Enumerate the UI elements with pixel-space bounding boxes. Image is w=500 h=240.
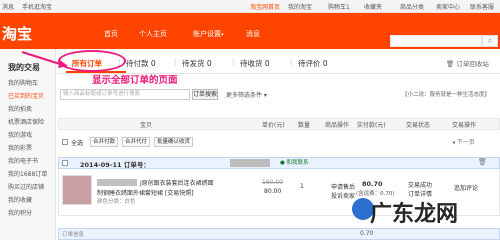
tab-pending-shipment[interactable]: 待发货 0 <box>182 58 212 69</box>
sidebar-item-bought[interactable]: 已买到的宝贝 <box>8 91 44 100</box>
product-sku: 颜色分类：白色 <box>97 199 136 205</box>
tab-divider: | <box>290 58 293 66</box>
tab-pending-review[interactable]: 待评价 0 <box>298 58 328 69</box>
paid-amount: 80.70 <box>362 180 383 188</box>
service-notice: 【小二说：服务就是一种生活态度】 <box>402 92 491 98</box>
watermark-text: 广东龙网 <box>370 201 459 227</box>
tab-pending-receipt[interactable]: 待收货 0 <box>240 58 270 69</box>
order-search-input[interactable]: 输入商品标题或订单号进行搜索 <box>60 89 190 100</box>
nav-home[interactable]: 首页 <box>104 29 118 39</box>
batch-confirm-receipt-button[interactable]: 批量确认收货 <box>154 137 194 147</box>
after-sale-links[interactable]: 申请售后 投诉卖家 <box>331 183 355 201</box>
pagination[interactable]: ◂ 下一页 <box>452 137 475 146</box>
sidebar-item-1688[interactable]: 我的1688订单 <box>8 169 47 178</box>
original-price: 160.00 <box>262 179 283 186</box>
topbar-favorites[interactable]: 收藏夹 <box>364 2 382 11</box>
sidebar-item-games[interactable]: 我的游戏 <box>8 130 32 139</box>
tab-pending-payment[interactable]: 待付款 0 <box>126 58 156 69</box>
merge-pay-button[interactable]: 合并付款 <box>90 137 119 147</box>
nav-messages[interactable]: 消息 <box>246 29 260 39</box>
product-title-blurred <box>97 179 137 186</box>
sidebar-item-lottery[interactable]: 我的彩票 <box>8 143 32 152</box>
topbar-messages[interactable]: 消息 <box>2 2 14 11</box>
nav-profile[interactable]: 个人主页 <box>139 29 167 39</box>
sidebar-item-shops[interactable]: 购买过的店铺 <box>8 182 44 191</box>
order-checkbox[interactable] <box>62 160 68 166</box>
column-header-paid: 实付款(元) <box>357 122 386 129</box>
order-recycle-bin-label: 订单回收站 <box>456 60 489 68</box>
top-utility-bar: 消息 手机逛淘宝 淘宝网首页 我的淘宝 购物车1 收藏夹 商品分类 卖家中心 联… <box>0 0 500 13</box>
tab-divider: | <box>232 58 235 66</box>
contact-seller-badge[interactable]: ● 和我联系 <box>280 158 309 166</box>
nav-account-settings-label: 账户设置 <box>193 30 221 38</box>
annotation-oval <box>58 50 126 72</box>
column-header-price: 单价(元) <box>262 122 285 129</box>
column-header-trade-action: 交易操作 <box>452 122 477 129</box>
next-order-header <box>58 228 500 240</box>
product-title-line2[interactable]: 制钢睡衣绣面外裙套短裙 [交易快照] <box>97 188 194 197</box>
order-search-button[interactable]: 订单搜索 <box>192 89 218 100</box>
tab-divider: | <box>174 58 177 66</box>
topbar-my-taobao[interactable]: 我的淘宝 <box>288 2 312 11</box>
add-review-link[interactable]: 追加评论 <box>454 183 478 192</box>
topbar-cart[interactable]: 购物车1 <box>328 2 350 11</box>
sidebar-item-travel[interactable]: 机票酒店保险 <box>8 117 44 126</box>
topbar-customer-service[interactable]: 联系客服 <box>470 2 494 11</box>
trash-icon: 🗑 <box>446 60 457 68</box>
more-filters-toggle[interactable]: 更多筛选条件 ▾ <box>226 90 267 99</box>
delete-order-icon[interactable]: 🗑 <box>478 158 487 166</box>
column-header-item-action: 商品操作 <box>325 122 350 129</box>
column-header-status: 交易状态 <box>406 122 431 129</box>
order-date: 2014-09-11 订单号： <box>80 161 150 169</box>
annotation-text: 显示全部订单的页面 <box>92 75 178 86</box>
topbar-categories[interactable]: 商品分类 <box>400 2 424 11</box>
sidebar-item-favorites[interactable]: 我的收藏 <box>8 195 32 204</box>
sidebar-item-points[interactable]: 我的积分 <box>8 208 32 217</box>
select-all-checkbox[interactable] <box>62 139 68 145</box>
column-header-item: 宝贝 <box>140 122 153 129</box>
next-order-price: 0.70 <box>360 230 374 237</box>
product-thumbnail[interactable] <box>62 175 92 205</box>
nav-account-settings[interactable]: 账户设置▾ <box>193 29 224 39</box>
site-search-input[interactable] <box>390 35 482 47</box>
quantity: 1 <box>300 183 304 190</box>
unit-price: 80.00 <box>264 188 282 195</box>
select-all-label: 全选 <box>71 140 84 147</box>
order-recycle-bin[interactable]: 🗑 订单回收站 <box>446 58 489 68</box>
topbar-mobile[interactable]: 手机逛淘宝 <box>22 2 52 11</box>
search-icon[interactable]: ⌕ <box>482 35 498 47</box>
chevron-down-icon: ▾ <box>221 32 224 38</box>
sidebar-item-cart[interactable]: 我的购物车 <box>8 78 38 87</box>
topbar-seller-center[interactable]: 卖家中心 <box>436 2 460 11</box>
next-order-label: 订单信息 <box>62 232 85 238</box>
column-header-qty: 数量 <box>298 122 311 129</box>
merge-proxy-pay-button[interactable]: 合并代付 <box>122 137 151 147</box>
seller-name-blurred[interactable] <box>230 159 270 167</box>
topbar-home[interactable]: 淘宝网首页 <box>250 2 280 11</box>
sidebar-item-auction[interactable]: 我的拍卖 <box>8 104 32 113</box>
taobao-logo[interactable]: 淘宝 <box>2 23 32 44</box>
product-title[interactable]: j原创跟衣装套后连衣裙绣面 <box>140 178 214 187</box>
header: 淘宝 首页 个人主页 账户设置▾ 消息 ⌕ <box>0 13 500 49</box>
sidebar-item-ebook[interactable]: 我的电子书 <box>8 156 38 165</box>
